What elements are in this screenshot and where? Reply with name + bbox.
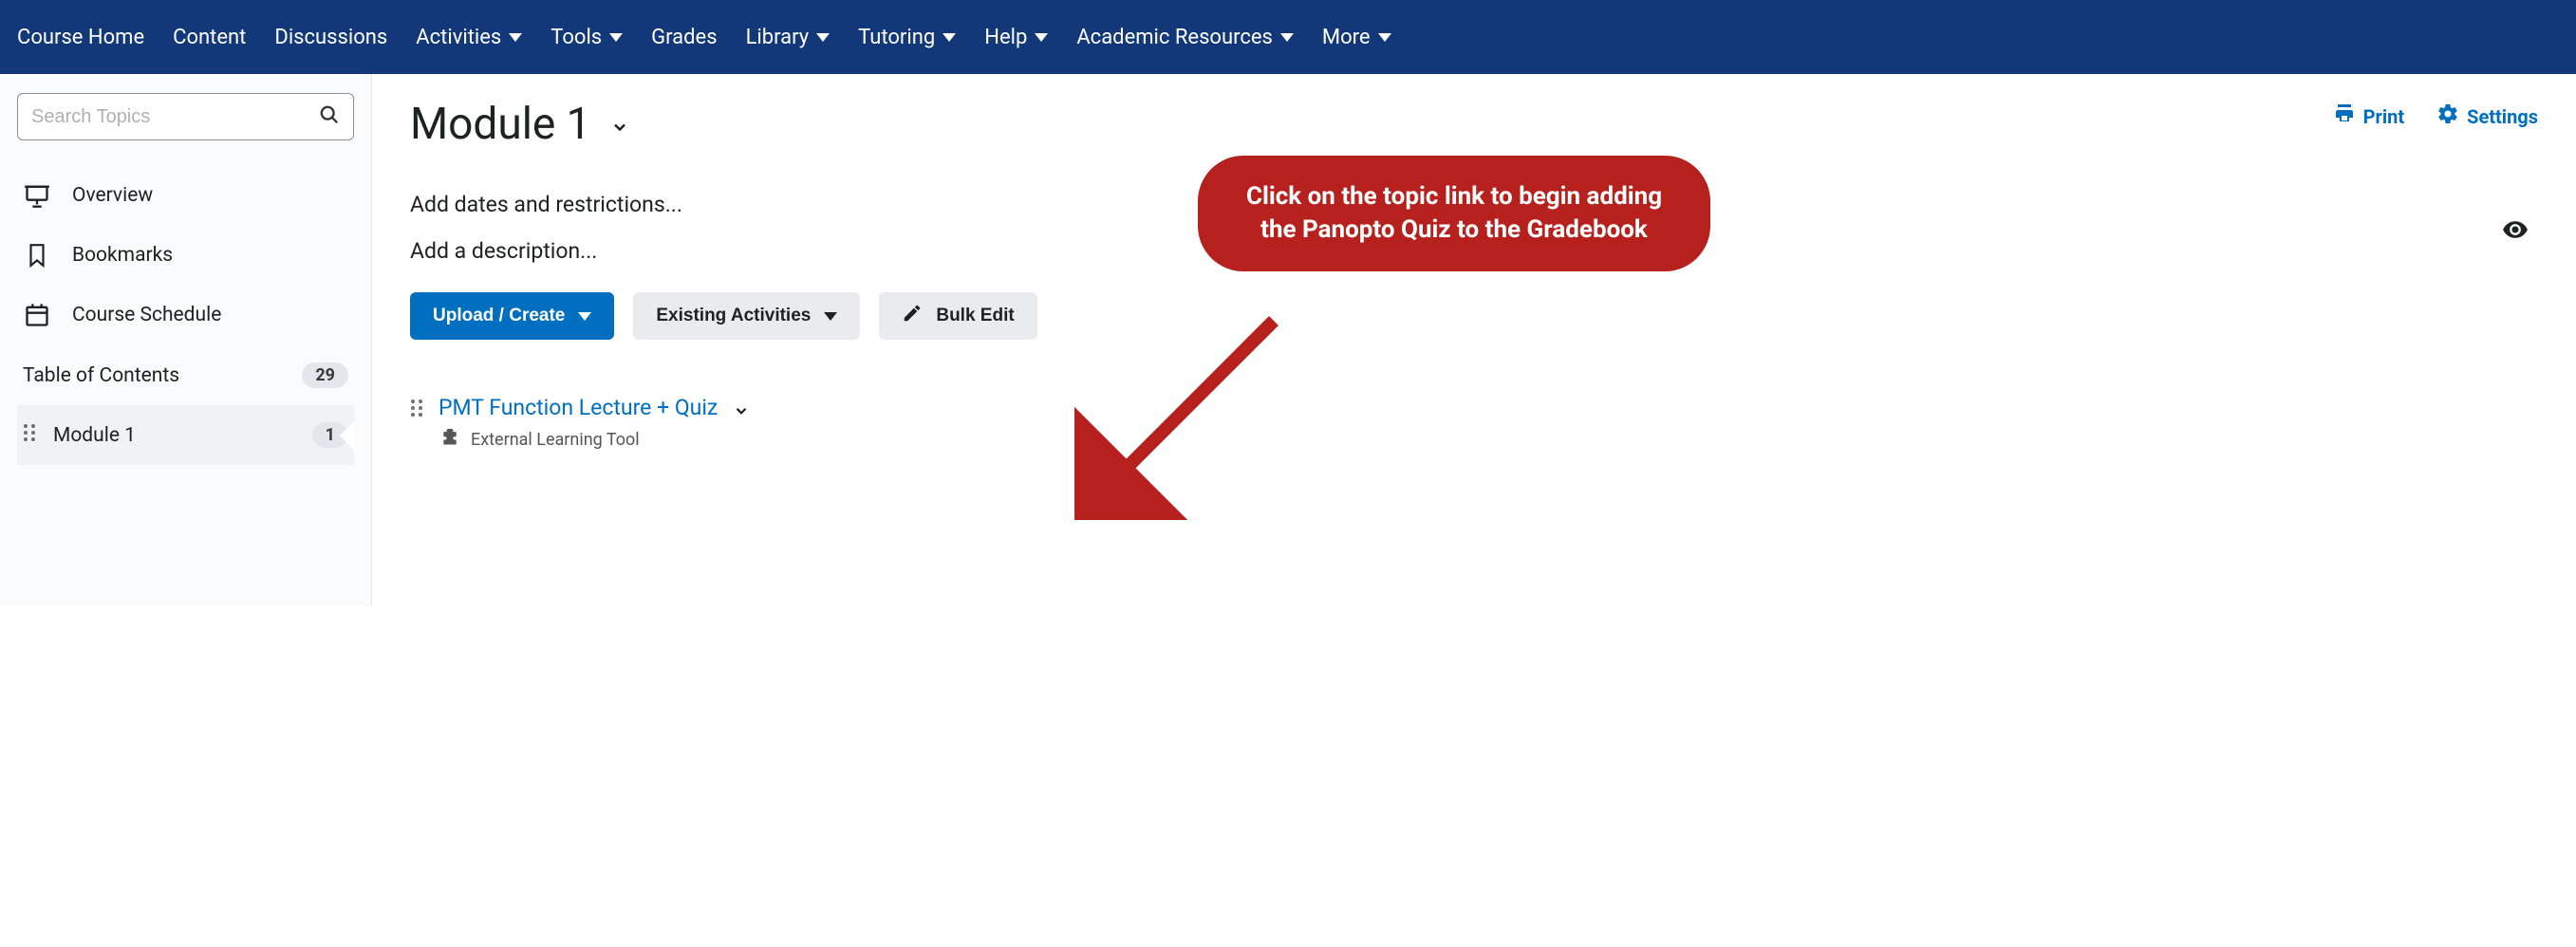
navbar: Course Home Content Discussions Activiti… (0, 0, 2576, 74)
chevron-down-icon (1035, 33, 1048, 42)
action-label: Settings (2467, 105, 2538, 128)
nav-tutoring[interactable]: Tutoring (858, 26, 956, 49)
topic-dropdown[interactable] (733, 402, 750, 423)
nav-label: Content (173, 26, 246, 49)
nav-label: Help (984, 26, 1027, 49)
button-row: Upload / Create Existing Activities Bulk… (410, 292, 2538, 340)
chevron-down-icon (578, 312, 591, 321)
chevron-down-icon (943, 33, 956, 42)
sidebar-item-schedule[interactable]: Course Schedule (17, 285, 354, 345)
nav-discussions[interactable]: Discussions (274, 26, 387, 49)
chevron-down-icon (824, 312, 837, 321)
sidebar-item-label: Table of Contents (23, 364, 179, 387)
print-button[interactable]: Print (2333, 102, 2405, 130)
title-row: Module 1 (410, 99, 2538, 150)
presentation-icon (23, 182, 51, 209)
main: Module 1 Print Settings Add dates and re… (372, 74, 2576, 605)
calendar-icon (23, 302, 51, 328)
pencil-icon (902, 303, 923, 329)
sidebar-item-overview[interactable]: Overview (17, 165, 354, 226)
sidebar-item-module-1[interactable]: Module 1 1 (17, 405, 354, 465)
search-wrap[interactable] (17, 93, 354, 140)
module-count-badge: 1 (312, 422, 348, 448)
sidebar-item-label: Overview (72, 184, 153, 207)
print-icon (2333, 102, 2356, 130)
bookmark-icon (23, 243, 51, 268)
topic-info: PMT Function Lecture + Quiz External Lea… (439, 395, 718, 452)
sidebar-item-label: Course Schedule (72, 304, 221, 326)
nav-label: Course Home (17, 26, 144, 49)
visibility-icon[interactable] (2502, 216, 2529, 247)
nav-tools[interactable]: Tools (551, 26, 623, 49)
nav-label: Activities (416, 26, 501, 49)
nav-grades[interactable]: Grades (651, 26, 717, 49)
chevron-down-icon (816, 33, 830, 42)
chevron-down-icon (1378, 33, 1391, 42)
topic-link[interactable]: PMT Function Lecture + Quiz (439, 395, 718, 420)
drag-handle-icon[interactable] (23, 423, 36, 448)
sidebar-item-label: Module 1 (53, 424, 136, 447)
nav-label: Academic Resources (1076, 26, 1273, 49)
nav-help[interactable]: Help (984, 26, 1048, 49)
nav-label: Library (746, 26, 810, 49)
bulk-edit-button[interactable]: Bulk Edit (879, 292, 1036, 340)
gear-icon (2436, 102, 2459, 130)
sidebar-item-label: Bookmarks (72, 244, 173, 267)
button-label: Upload / Create (433, 306, 565, 326)
title-dropdown[interactable] (610, 118, 629, 140)
button-label: Bulk Edit (936, 306, 1014, 326)
nav-academic-resources[interactable]: Academic Resources (1076, 26, 1294, 49)
sidebar-item-bookmarks[interactable]: Bookmarks (17, 226, 354, 285)
layout: Overview Bookmarks Course Schedule Table… (0, 74, 2576, 605)
nav-label: Grades (651, 26, 717, 49)
chevron-down-icon (1280, 33, 1294, 42)
sidebar-item-toc[interactable]: Table of Contents 29 (17, 345, 354, 405)
action-label: Print (2363, 105, 2405, 128)
chevron-down-icon (509, 33, 522, 42)
nav-content[interactable]: Content (173, 26, 246, 49)
existing-activities-button[interactable]: Existing Activities (633, 292, 860, 340)
search-input[interactable] (31, 106, 319, 128)
upload-create-button[interactable]: Upload / Create (410, 292, 614, 340)
toc-count-badge: 29 (302, 362, 348, 388)
nav-library[interactable]: Library (746, 26, 831, 49)
nav-more[interactable]: More (1322, 26, 1391, 49)
nav-label: Tutoring (858, 26, 935, 49)
button-label: Existing Activities (656, 306, 811, 326)
nav-activities[interactable]: Activities (416, 26, 522, 49)
topic-row: PMT Function Lecture + Quiz External Lea… (410, 395, 2538, 452)
nav-course-home[interactable]: Course Home (17, 26, 144, 49)
instruction-callout: Click on the topic link to begin adding … (1198, 156, 1710, 271)
topic-subtype-label: External Learning Tool (471, 430, 640, 450)
settings-button[interactable]: Settings (2436, 102, 2538, 130)
nav-label: More (1322, 26, 1371, 49)
page-title: Module 1 (410, 99, 591, 150)
nav-label: Tools (551, 26, 602, 49)
callout-text: Click on the topic link to begin adding … (1246, 182, 1662, 244)
top-actions: Print Settings (2333, 102, 2538, 130)
plugin-icon (440, 428, 459, 452)
topic-subtype: External Learning Tool (439, 428, 718, 452)
search-icon[interactable] (319, 104, 340, 129)
sidebar: Overview Bookmarks Course Schedule Table… (0, 74, 372, 605)
drag-handle-icon[interactable] (410, 399, 423, 421)
chevron-down-icon (609, 33, 623, 42)
nav-label: Discussions (274, 26, 387, 49)
